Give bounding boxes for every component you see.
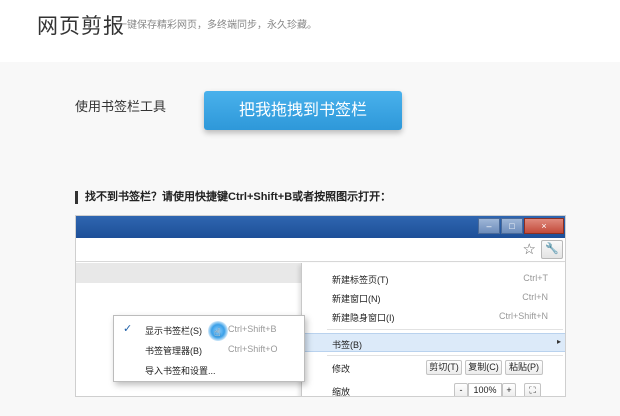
chevron-right-icon: ▸ (556, 337, 561, 346)
main-content: 使用书签栏工具 把我拖拽到书签栏 找不到书签栏？请使用快捷键Ctrl+Shift… (0, 62, 620, 416)
menu-divider (327, 355, 563, 356)
cut-button: 剪切(T) (426, 360, 462, 375)
wrench-icon: 🔧 (541, 240, 563, 259)
checkmark-icon: ✓ (123, 323, 133, 335)
bookmarklet-drag-button[interactable]: 把我拖拽到书签栏 (204, 91, 402, 130)
hand-pointer-icon: ☝ (214, 327, 221, 339)
menu-item-new-incognito: 新建隐身窗口(I) Ctrl+Shift+N (302, 307, 565, 326)
menu-item-shortcut: Ctrl+N (522, 292, 548, 302)
submenu-item-label: 显示书签栏(S) (145, 326, 202, 336)
bookmark-tool-label: 使用书签栏工具 (75, 99, 167, 114)
submenu-item-import: 导入书签和设置... (114, 359, 304, 379)
zoom-level: 100% (468, 383, 502, 396)
browser-bookmark-bar-area (76, 263, 302, 283)
menu-item-label: 修改 (332, 364, 351, 374)
submenu-item-shortcut: Ctrl+Shift+B (228, 324, 277, 334)
menu-item-label: 新建窗口(N) (332, 294, 381, 304)
menu-item-label: 缩放 (332, 387, 351, 397)
menu-item-new-window: 新建窗口(N) Ctrl+N (302, 288, 565, 307)
submenu-item-bookmark-manager: 书签管理器(B) Ctrl+Shift+O (114, 339, 304, 359)
menu-item-zoom: 缩放 - 100% + ⛶ (302, 381, 565, 397)
menu-divider (327, 329, 563, 330)
maximize-icon: □ (501, 218, 523, 234)
menu-item-new-tab: 新建标签页(T) Ctrl+T (302, 269, 565, 288)
paste-button: 粘贴(P) (505, 360, 543, 375)
page-header: 网页剪报 一键保存精彩网页，多终端同步，永久珍藏。 (0, 0, 620, 62)
fullscreen-icon: ⛶ (524, 383, 541, 396)
submenu-item-shortcut: Ctrl+Shift+O (228, 344, 278, 354)
bookmark-bar-hint: 找不到书签栏？请使用快捷键Ctrl+Shift+B或者按照图示打开： (75, 191, 391, 204)
menu-item-shortcut: Ctrl+Shift+N (498, 311, 548, 321)
zoom-in-button: + (502, 383, 516, 396)
star-icon: ☆ (522, 241, 536, 258)
menu-item-bookmarks: 书签(B) ▸ (302, 333, 565, 352)
menu-item-shortcut: Ctrl+T (523, 273, 548, 283)
submenu-item-label: 导入书签和设置... (145, 366, 216, 376)
copy-button: 复制(C) (465, 360, 502, 375)
site-logo[interactable]: 网页剪报 (37, 10, 125, 40)
close-icon: × (524, 218, 564, 234)
browser-titlebar: – □ × (76, 216, 565, 238)
window-controls: – □ × (477, 218, 564, 234)
menu-item-edit: 修改 剪切(T) 复制(C) 粘贴(P) (302, 358, 565, 377)
zoom-out-button: - (454, 383, 468, 396)
menu-item-label: 书签(B) (332, 340, 362, 350)
browser-toolbar: ☆ 🔧 (76, 238, 565, 262)
menu-item-label: 新建标签页(T) (332, 275, 389, 285)
minimize-icon: – (478, 218, 500, 234)
site-slogan: 一键保存精彩网页，多终端同步，永久珍藏。 (117, 20, 317, 31)
menu-item-label: 新建隐身窗口(I) (332, 313, 395, 323)
submenu-item-label: 书签管理器(B) (145, 346, 202, 356)
browser-menu: 新建标签页(T) Ctrl+T 新建窗口(N) Ctrl+N 新建隐身窗口(I)… (301, 263, 565, 397)
